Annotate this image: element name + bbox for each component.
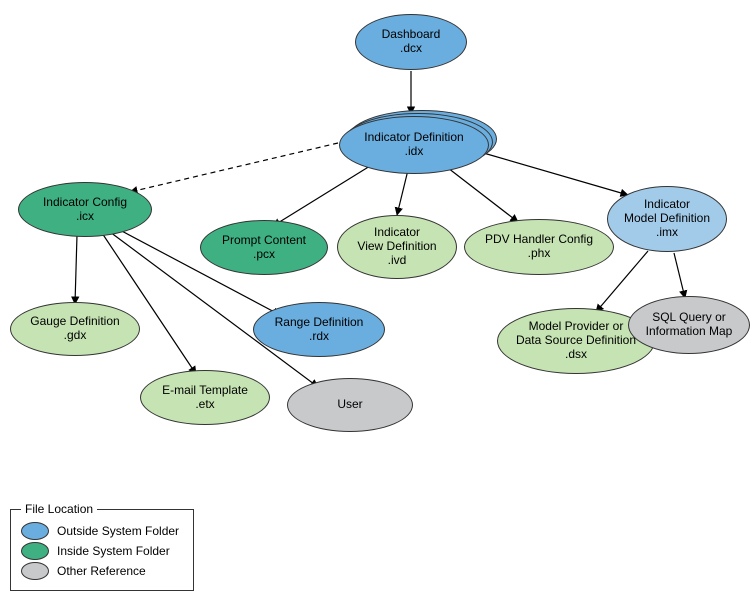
node-promptcontent-line2: .pcx	[222, 248, 306, 262]
node-sqlquery: SQL Query or Information Map	[628, 296, 750, 354]
legend-label-other: Other Reference	[57, 564, 146, 578]
node-viewdef-line3: .ivd	[357, 254, 436, 268]
node-pdvhandler-line2: .phx	[485, 247, 593, 261]
legend-title: File Location	[21, 502, 97, 516]
node-dashboard: Dashboard .dcx	[355, 14, 467, 70]
legend-item-outside: Outside System Folder	[21, 522, 179, 540]
node-indicatorconfig: Indicator Config .icx	[18, 182, 152, 237]
node-promptcontent: Prompt Content .pcx	[200, 220, 328, 275]
legend-label-outside: Outside System Folder	[57, 524, 179, 538]
node-gaugedef: Gauge Definition .gdx	[10, 302, 140, 356]
node-user: User	[287, 378, 413, 432]
node-modelprovider-line3: .dsx	[516, 348, 636, 362]
node-viewdef-line1: Indicator	[357, 226, 436, 240]
edge-indicatordef-indicatorconfig	[130, 143, 338, 192]
diagram-canvas: Dashboard .dcx Indicator Definition .idx…	[0, 0, 755, 601]
node-indicatordef-line2: .idx	[364, 145, 463, 159]
node-emailtpl: E-mail Template .etx	[140, 370, 270, 425]
node-viewdef: Indicator View Definition .ivd	[337, 215, 457, 279]
node-rangedef: Range Definition .rdx	[253, 302, 385, 357]
legend-swatch-inside	[21, 542, 49, 560]
legend-item-inside: Inside System Folder	[21, 542, 179, 560]
legend: File Location Outside System Folder Insi…	[10, 509, 194, 591]
node-viewdef-line2: View Definition	[357, 240, 436, 254]
node-rangedef-line2: .rdx	[275, 330, 364, 344]
node-rangedef-line1: Range Definition	[275, 316, 364, 330]
node-dashboard-line2: .dcx	[382, 42, 441, 56]
edge-indicatordef-viewdef	[397, 170, 408, 215]
node-modeldef: Indicator Model Definition .imx	[607, 186, 727, 252]
node-indicatordef: Indicator Definition .idx	[339, 116, 489, 174]
node-modeldef-line2: Model Definition	[624, 212, 710, 226]
edge-indicatorconfig-emailtpl	[102, 233, 196, 374]
node-sqlquery-line2: Information Map	[646, 325, 733, 339]
node-modeldef-line3: .imx	[624, 226, 710, 240]
node-modelprovider-line2: Data Source Definition	[516, 334, 636, 348]
node-pdvhandler: PDV Handler Config .phx	[464, 219, 614, 275]
legend-item-other: Other Reference	[21, 562, 179, 580]
node-indicatorconfig-line1: Indicator Config	[43, 196, 127, 210]
node-pdvhandler-line1: PDV Handler Config	[485, 233, 593, 247]
edge-indicatorconfig-gaugedef	[75, 235, 77, 304]
edge-indicatordef-modeldef	[480, 152, 628, 195]
node-dashboard-line1: Dashboard	[382, 28, 441, 42]
node-user-line1: User	[337, 398, 362, 412]
edge-indicatordef-promptcontent	[273, 166, 370, 226]
legend-swatch-other	[21, 562, 49, 580]
node-emailtpl-line1: E-mail Template	[162, 384, 248, 398]
edge-indicatordef-pdvhandler	[448, 168, 518, 222]
legend-label-inside: Inside System Folder	[57, 544, 170, 558]
node-modelprovider-line1: Model Provider or	[516, 320, 636, 334]
node-indicatordef-line1: Indicator Definition	[364, 131, 463, 145]
node-sqlquery-line1: SQL Query or	[646, 311, 733, 325]
node-indicatorconfig-line2: .icx	[43, 210, 127, 224]
node-gaugedef-line1: Gauge Definition	[30, 315, 119, 329]
node-gaugedef-line2: .gdx	[30, 329, 119, 343]
edge-modeldef-sqlquery	[674, 253, 685, 298]
node-promptcontent-line1: Prompt Content	[222, 234, 306, 248]
node-emailtpl-line2: .etx	[162, 398, 248, 412]
legend-swatch-outside	[21, 522, 49, 540]
node-modeldef-line1: Indicator	[624, 198, 710, 212]
